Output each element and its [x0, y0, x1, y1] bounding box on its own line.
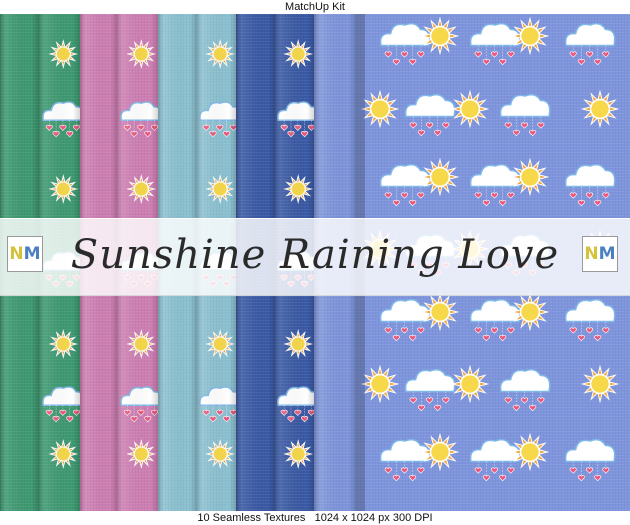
- collection-title: Sunshine Raining Love: [70, 232, 560, 278]
- kit-title: MatchUp Kit: [0, 0, 630, 14]
- nm-logo-right: NM: [582, 236, 618, 272]
- texture-specs: 10 Seamless Textures 1024 x 1024 px 300 …: [0, 511, 630, 525]
- title-banner: NM Sunshine Raining Love NM: [0, 218, 630, 296]
- logo-text: N: [9, 244, 24, 264]
- nm-logo-left: NM: [7, 236, 43, 272]
